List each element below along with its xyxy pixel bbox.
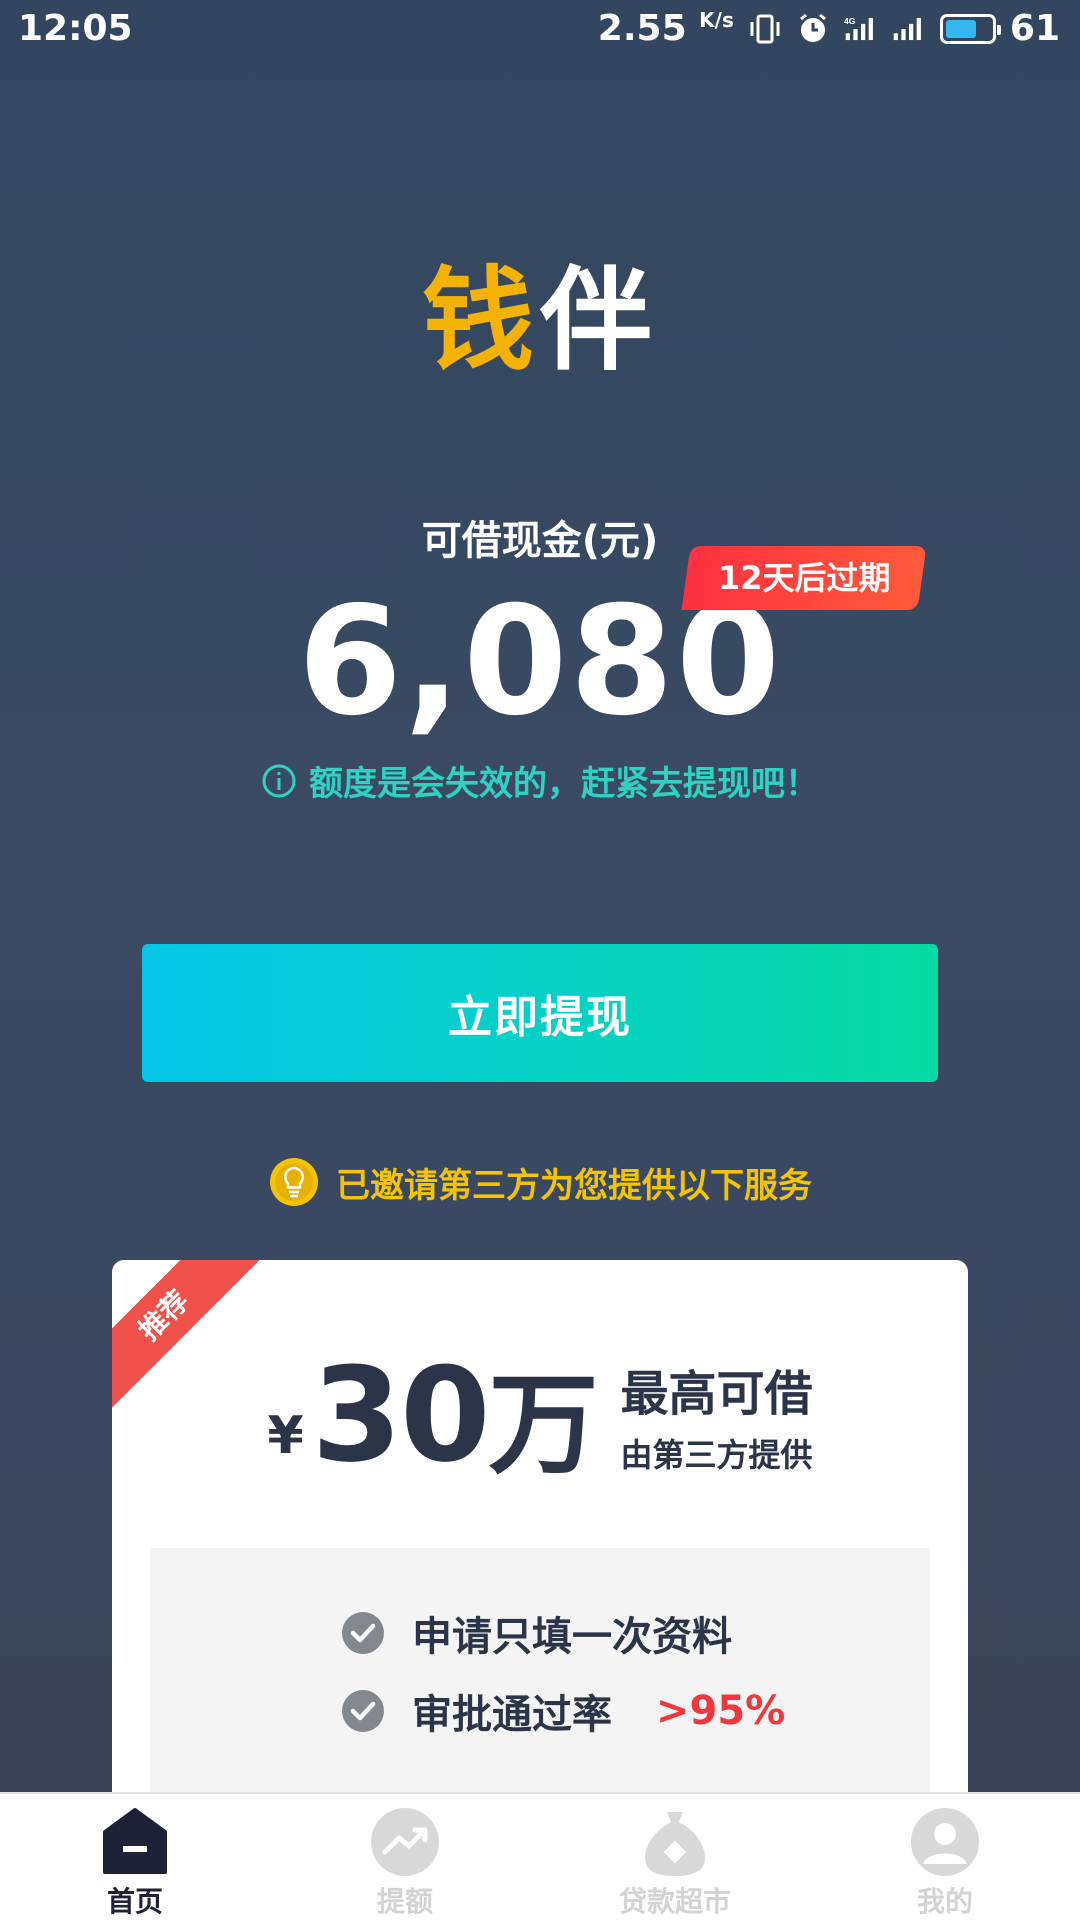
check-icon — [342, 1612, 384, 1654]
offer-subtitle: 由第三方提供 — [620, 1436, 813, 1474]
app-logo: 钱伴 — [422, 256, 658, 386]
signal-icon — [893, 17, 921, 40]
third-party-notice-text: 已邀请第三方为您提供以下服务 — [336, 1165, 812, 1206]
nav-home[interactable]: 首页 — [0, 1806, 270, 1920]
app-screen: 12:05 2.55 K/s 4G 61 钱伴 可借现金(元) 6,080 12… — [0, 0, 1080, 1920]
bottom-nav: 首页 提额 贷款超市 我的 — [0, 1792, 1080, 1920]
user-icon — [911, 1808, 979, 1876]
approval-rate: >95% — [656, 1688, 786, 1734]
status-time: 12:05 — [18, 8, 133, 49]
withdraw-button[interactable]: 立即提现 — [142, 944, 938, 1082]
home-icon — [103, 1808, 167, 1874]
status-icons: 2.55 K/s 4G 61 — [598, 8, 1060, 49]
third-party-notice: 已邀请第三方为您提供以下服务 — [0, 1156, 1080, 1208]
battery-level: 61 — [1009, 8, 1060, 49]
nav-loan-market[interactable]: 贷款超市 — [540, 1806, 810, 1920]
expire-badge: 12天后过期 — [681, 546, 927, 610]
feature-item: 审批通过率 >95% — [340, 1682, 785, 1740]
trend-up-icon — [371, 1808, 439, 1876]
expiry-notice-text: 额度是会失效的，赶紧去提现吧！ — [309, 764, 819, 804]
network-speed: 2.55 K/s — [597, 8, 734, 49]
max-loan-unit: 万 — [488, 1361, 599, 1489]
money-bag-icon — [645, 1812, 705, 1876]
signal-4g-icon: 4G — [844, 15, 873, 40]
max-loan-number: 30 — [311, 1339, 491, 1491]
feature-list: 申请只填一次资料 审批通过率 >95% — [150, 1548, 930, 1828]
status-bar: 12:05 2.55 K/s 4G 61 — [0, 0, 1080, 60]
battery-icon — [939, 13, 1001, 44]
lightbulb-icon — [270, 1158, 318, 1206]
feature-item: 申请只填一次资料 — [340, 1604, 732, 1662]
offer-title: 最高可借 — [620, 1366, 813, 1422]
svg-text:4G: 4G — [844, 15, 856, 25]
vibrate-icon — [750, 14, 780, 43]
offer-text: 最高可借 由第三方提供 — [621, 1354, 813, 1476]
max-loan-offer: ¥ 30 万 最高可借 由第三方提供 — [112, 1339, 968, 1491]
alarm-icon — [799, 13, 826, 42]
currency-symbol: ¥ — [267, 1406, 304, 1466]
expiry-notice: 额度是会失效的，赶紧去提现吧！ — [0, 756, 1080, 805]
nav-raise-limit[interactable]: 提额 — [270, 1806, 540, 1920]
nav-profile[interactable]: 我的 — [810, 1806, 1080, 1920]
info-icon — [262, 764, 296, 797]
check-icon — [342, 1690, 384, 1732]
